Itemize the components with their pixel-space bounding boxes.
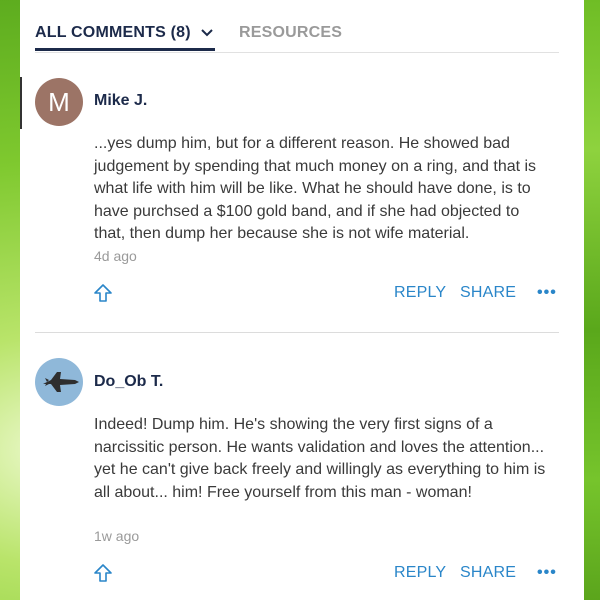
tab-all-comments-label: ALL COMMENTS (8) <box>35 24 191 42</box>
more-options-button[interactable]: ••• <box>537 284 557 302</box>
comment-author[interactable]: Do_Ob T. <box>94 373 163 391</box>
comments-panel: ALL COMMENTS (8) RESOURCES M Mike J. ...… <box>20 0 584 600</box>
tab-bar: ALL COMMENTS (8) RESOURCES <box>35 0 559 53</box>
share-button[interactable]: SHARE <box>460 564 516 582</box>
fighter-jet-icon <box>43 372 79 392</box>
comment-text: ...yes dump him, but for a different rea… <box>94 135 537 242</box>
reply-button[interactable]: REPLY <box>394 284 446 302</box>
comment-timestamp: 4d ago <box>94 248 137 264</box>
avatar[interactable] <box>35 358 83 406</box>
reply-button[interactable]: REPLY <box>394 564 446 582</box>
more-options-button[interactable]: ••• <box>537 564 557 582</box>
share-button[interactable]: SHARE <box>460 284 516 302</box>
comment-timestamp: 1w ago <box>94 528 140 544</box>
tab-all-comments[interactable]: ALL COMMENTS (8) <box>35 24 214 42</box>
chevron-down-icon <box>201 24 214 42</box>
avatar[interactable]: M <box>35 78 83 126</box>
comment-divider <box>35 332 559 333</box>
upvote-icon[interactable] <box>93 563 113 583</box>
upvote-icon[interactable] <box>93 283 113 303</box>
tab-resources[interactable]: RESOURCES <box>239 24 342 42</box>
comment-text: Indeed! Dump him. He's showing the very … <box>94 416 546 501</box>
active-tab-indicator <box>35 48 215 51</box>
text-cursor <box>20 77 22 129</box>
comment-author[interactable]: Mike J. <box>94 92 147 110</box>
